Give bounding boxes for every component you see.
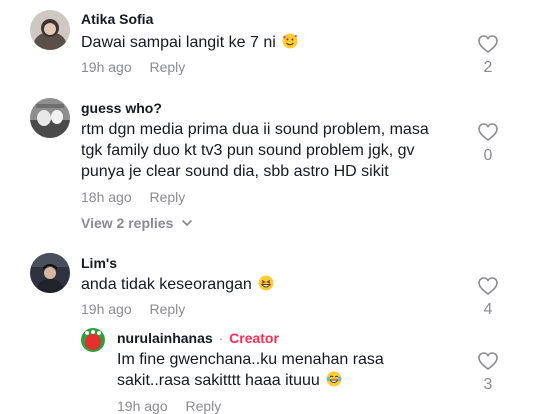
reply-button[interactable]: Reply: [150, 59, 186, 75]
like-button[interactable]: 3: [468, 352, 508, 394]
like-count: 4: [483, 301, 493, 318]
smiling-face-with-hearts-emoji: [282, 33, 298, 49]
comment-meta: 19h ago Reply: [81, 59, 185, 75]
comment-time: 18h ago: [81, 189, 132, 205]
like-count: 3: [483, 376, 493, 393]
avatar[interactable]: [30, 98, 70, 138]
avatar[interactable]: [81, 328, 105, 352]
like-button[interactable]: 2: [468, 35, 508, 77]
separator: ·: [218, 330, 224, 346]
reply-header: nurulainhanas · Creator: [117, 330, 279, 346]
comment-text: anda tidak keseorangan: [81, 274, 274, 295]
comment-text: rtm dgn media prima dua ii sound problem…: [81, 121, 429, 180]
reply-button[interactable]: Reply: [150, 189, 186, 205]
creator-badge: Creator: [229, 330, 279, 346]
face-with-tears-of-joy-emoji: [326, 371, 342, 387]
comment-username[interactable]: guess who?: [81, 100, 162, 116]
reply-text: Im fine gwenchana..ku menahan rasa sakit…: [117, 351, 384, 389]
like-count: 0: [483, 147, 493, 164]
comment-username[interactable]: Atika Sofia: [81, 11, 153, 27]
like-button[interactable]: 4: [468, 277, 508, 319]
reply-username[interactable]: nurulainhanas: [117, 330, 213, 346]
comment-text: Dawai sampai langit ke 7 ni: [81, 32, 298, 53]
reply-button[interactable]: Reply: [150, 301, 186, 317]
comment-meta: 18h ago Reply: [81, 189, 185, 205]
heart-icon: [478, 277, 498, 295]
comment-username[interactable]: Lim's: [81, 255, 117, 271]
avatar[interactable]: [30, 253, 70, 293]
comment-meta: 19h ago Reply: [81, 301, 185, 317]
heart-icon: [478, 35, 498, 53]
like-count: 2: [483, 59, 493, 76]
chevron-down-icon: [182, 219, 193, 227]
comment-time: 19h ago: [81, 59, 132, 75]
comment-time: 19h ago: [81, 301, 132, 317]
like-button[interactable]: 0: [468, 123, 508, 165]
heart-icon: [478, 123, 498, 141]
view-replies-button[interactable]: View 2 replies: [81, 215, 193, 231]
grinning-squinting-face-emoji: [258, 275, 274, 291]
heart-icon: [478, 352, 498, 370]
avatar[interactable]: [30, 10, 70, 50]
view-replies-label: View 2 replies: [81, 215, 174, 231]
